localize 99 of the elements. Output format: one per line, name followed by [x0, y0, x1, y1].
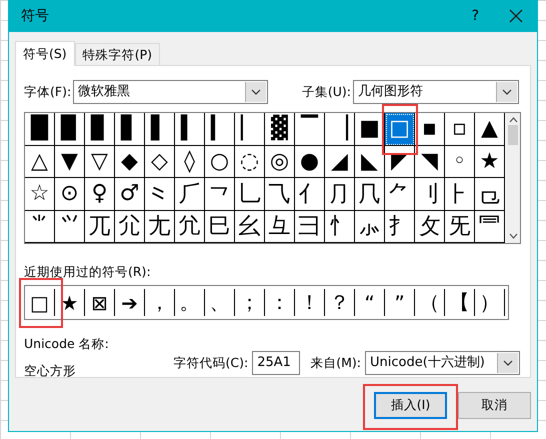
recent-symbol-cell[interactable]: 。: [175, 289, 205, 316]
symbol-cell[interactable]: ◢: [325, 146, 355, 178]
symbol-cell[interactable]: █: [25, 113, 55, 146]
symbol-cell[interactable]: ⺎: [85, 210, 115, 243]
symbol-cell[interactable]: ⺆: [325, 178, 355, 210]
recent-symbol-cell[interactable]: ！: [295, 289, 325, 316]
symbol-cell[interactable]: ▉: [55, 113, 85, 146]
symbol-cell[interactable]: ⺕: [295, 210, 325, 243]
recent-symbol-cell[interactable]: ？: [325, 289, 355, 316]
symbol-cell[interactable]: ◊: [175, 146, 205, 178]
symbol-cell[interactable]: □: [385, 113, 415, 146]
char-code-field[interactable]: 25A1: [252, 351, 300, 375]
symbol-cell[interactable]: ◎: [265, 146, 295, 178]
symbol-cell[interactable]: ⺃: [235, 178, 265, 210]
symbol-cell[interactable]: ⺏: [115, 210, 145, 243]
symbol-cell[interactable]: ⺈: [385, 178, 415, 210]
help-button[interactable]: ?: [472, 8, 479, 24]
symbol-cell[interactable]: ▏: [235, 113, 265, 146]
from-dropdown[interactable]: Unicode(十六进制): [365, 351, 520, 375]
close-icon[interactable]: [509, 9, 523, 23]
dialog-button[interactable]: 插入(I): [374, 392, 447, 419]
subset-label: 子集(U):: [302, 84, 351, 100]
symbol-cell[interactable]: ⺇: [355, 178, 385, 210]
symbol-cell[interactable]: ♂: [115, 178, 145, 210]
symbol-cell[interactable]: ◆: [115, 146, 145, 178]
symbol-cell[interactable]: ⺜: [475, 210, 505, 243]
recent-symbol-cell[interactable]: ；: [235, 289, 265, 316]
symbol-cell[interactable]: ▼: [55, 146, 85, 178]
symbol-cell[interactable]: ▎: [205, 113, 235, 146]
symbol-cell[interactable]: ⺓: [235, 210, 265, 243]
symbol-cell[interactable]: ▲: [475, 113, 505, 146]
symbol-cell[interactable]: ⺍: [55, 210, 85, 243]
symbol-cell[interactable]: ⺀: [145, 178, 175, 210]
scrollbar-thumb[interactable]: [508, 125, 518, 145]
symbol-cell[interactable]: ◥: [415, 146, 445, 178]
symbol-cell[interactable]: ▫: [445, 113, 475, 146]
recent-symbol-cell[interactable]: ★: [55, 289, 85, 316]
dialog-button[interactable]: 取消: [458, 392, 531, 419]
symbol-cell[interactable]: ▪: [415, 113, 445, 146]
symbol-cell[interactable]: ⺉: [415, 178, 445, 210]
symbol-cell[interactable]: ⊙: [55, 178, 85, 210]
symbol-cell[interactable]: ⺁: [175, 178, 205, 210]
symbol-cell[interactable]: ⺑: [175, 210, 205, 243]
symbol-cell[interactable]: ▋: [115, 113, 145, 146]
symbol-cell[interactable]: ◦: [445, 146, 475, 178]
recent-symbols-label: 近期使用过的符号(R):: [24, 264, 152, 281]
recent-symbol-cell[interactable]: （: [415, 289, 445, 316]
font-label: 字体(F):: [24, 84, 72, 100]
symbol-cell[interactable]: ⺄: [265, 178, 295, 210]
symbol-cell[interactable]: ⺅: [295, 178, 325, 210]
recent-symbol-cell[interactable]: ）: [475, 289, 505, 316]
recent-symbol-cell[interactable]: ：: [265, 289, 295, 316]
symbol-cell[interactable]: ▽: [85, 146, 115, 178]
symbol-cell[interactable]: ⺋: [475, 178, 505, 210]
symbol-cell[interactable]: ●: [295, 146, 325, 178]
symbol-cell[interactable]: ▓: [265, 113, 295, 146]
char-code-label: 字符代码(C):: [174, 354, 248, 372]
tab[interactable]: 符号(S): [15, 41, 75, 66]
symbol-cell[interactable]: ⺌: [25, 210, 55, 243]
symbol-cell[interactable]: ☆: [25, 178, 55, 210]
scroll-up-icon[interactable]: [508, 117, 518, 123]
symbol-cell[interactable]: ⺛: [445, 210, 475, 243]
recent-symbol-cell[interactable]: ”: [385, 289, 415, 316]
symbol-cell[interactable]: ⺖: [325, 210, 355, 243]
unicode-name-value: 空心方形: [24, 363, 77, 380]
recent-symbol-cell[interactable]: 【: [445, 289, 475, 316]
recent-symbol-cell[interactable]: ，: [145, 289, 175, 316]
symbol-cell[interactable]: ▕: [325, 113, 355, 146]
symbol-cell[interactable]: ⺐: [145, 210, 175, 243]
tab[interactable]: 特殊字符(P): [74, 43, 160, 65]
symbol-cell[interactable]: ⺔: [265, 210, 295, 243]
recent-symbol-cell[interactable]: □: [25, 289, 55, 316]
recent-symbol-cell[interactable]: ➔: [115, 289, 145, 316]
scroll-down-icon[interactable]: [508, 233, 518, 239]
symbol-cell[interactable]: ♀: [85, 178, 115, 210]
subset-dropdown[interactable]: 几何图形符: [353, 80, 519, 104]
symbol-cell[interactable]: ⺘: [385, 210, 415, 243]
symbol-cell[interactable]: ▊: [85, 113, 115, 146]
symbol-cell[interactable]: ⺗: [355, 210, 385, 243]
symbol-cell[interactable]: ▌: [145, 113, 175, 146]
symbol-cell[interactable]: ▔: [295, 113, 325, 146]
recent-symbol-cell[interactable]: ⊠: [85, 289, 115, 316]
unicode-name-label: Unicode 名称:: [24, 336, 110, 353]
from-label: 来自(M):: [310, 354, 361, 372]
symbol-cell[interactable]: ◣: [355, 146, 385, 178]
symbol-cell[interactable]: ⺊: [445, 178, 475, 210]
symbol-cell[interactable]: ◇: [145, 146, 175, 178]
recent-symbol-cell[interactable]: 、: [205, 289, 235, 316]
font-dropdown[interactable]: 微软雅黑: [73, 80, 268, 104]
symbol-cell[interactable]: ○: [205, 146, 235, 178]
symbol-cell[interactable]: ◌: [235, 146, 265, 178]
recent-symbol-cell[interactable]: “: [355, 289, 385, 316]
symbol-cell[interactable]: ▍: [175, 113, 205, 146]
symbol-cell[interactable]: ★: [475, 146, 505, 178]
window-title: 符号: [21, 7, 50, 25]
symbol-cell[interactable]: ⺒: [205, 210, 235, 243]
symbol-cell[interactable]: ⺙: [415, 210, 445, 243]
symbol-cell[interactable]: ⺂: [205, 178, 235, 210]
symbol-cell[interactable]: △: [25, 146, 55, 178]
